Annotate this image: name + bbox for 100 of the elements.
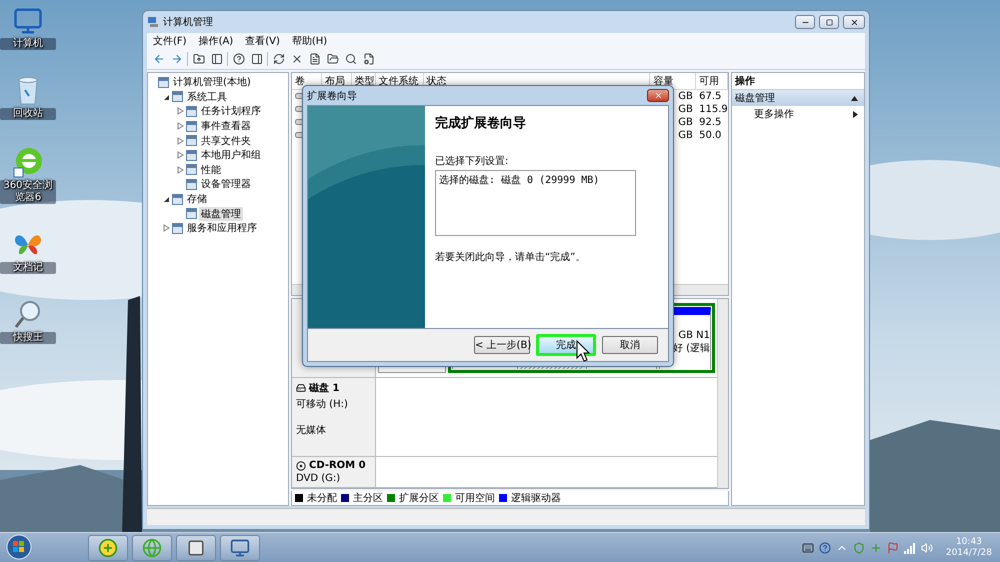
dialog-button[interactable]: < 上一步(B) <box>474 336 530 354</box>
expand-arrow-icon[interactable] <box>162 224 170 232</box>
desktop-icon-label[interactable]: 回收站 <box>0 108 56 120</box>
expand-arrow-icon[interactable] <box>176 151 184 160</box>
close-icon <box>654 91 662 100</box>
scrollbar[interactable] <box>717 299 728 488</box>
dialog-button[interactable]: 完成 <box>536 334 596 356</box>
tree-item[interactable]: 服务和应用程序 <box>185 221 259 236</box>
table-cell-text: GB <box>678 91 694 102</box>
expand-arrow-icon[interactable] <box>176 122 184 130</box>
table-cell-text: GB <box>678 117 694 128</box>
tree-item[interactable]: 性能 <box>199 162 223 177</box>
tree-item[interactable]: 存储 <box>185 192 209 206</box>
window-icon <box>186 208 197 220</box>
folder-up-icon[interactable] <box>191 52 206 66</box>
globe-icon <box>142 538 162 558</box>
desktop-icon-label[interactable]: 计算机 <box>0 38 56 50</box>
tree-item[interactable]: 共享文件夹 <box>199 134 253 148</box>
disk-name: CD-ROM 0 <box>309 460 366 471</box>
cursor-icon <box>576 340 590 362</box>
window-icon <box>172 194 183 205</box>
close-icon <box>850 18 858 26</box>
tree-item[interactable]: 磁盘管理 <box>199 206 243 221</box>
minimize-button[interactable] <box>795 15 815 29</box>
table-cell-text: 67.5 <box>698 91 722 102</box>
close-button[interactable] <box>647 89 669 102</box>
window-title: 计算机管理 <box>163 16 214 29</box>
partition-text: 好 (逻辑 <box>672 342 710 354</box>
maximize-button[interactable] <box>819 15 839 29</box>
collapse-arrow-icon[interactable] <box>162 92 170 101</box>
computer-manage-icon <box>147 16 159 28</box>
refresh-icon[interactable] <box>271 52 286 66</box>
desktop-icon-label[interactable]: 快搜王 <box>0 332 56 344</box>
table-cell-text: GB <box>678 104 694 115</box>
menu-item[interactable]: 查看(V) <box>245 34 280 48</box>
taskbar-app-button[interactable] <box>88 534 128 560</box>
taskbar-app-button[interactable] <box>220 534 260 560</box>
taskbar-app-button[interactable] <box>176 534 216 560</box>
hint-text: 若要关闭此向导，请单击“完成”。 <box>435 250 586 264</box>
disk-type: DVD (G:) <box>296 473 342 484</box>
tree-item[interactable]: 本地用户和组 <box>199 148 263 162</box>
collapse-arrow-icon <box>851 96 858 100</box>
window-icon <box>186 120 197 132</box>
legend-label: 扩展分区 <box>399 492 439 505</box>
disk-name: 磁盘 1 <box>309 382 340 395</box>
legend-label: 逻辑驱动器 <box>511 492 561 505</box>
panel-icon[interactable] <box>249 52 264 66</box>
plus-circle-icon <box>98 538 118 558</box>
window-icon <box>172 222 183 234</box>
window-icon <box>186 150 197 161</box>
panel-icon[interactable] <box>209 52 224 66</box>
partition-text: GB N1 <box>678 330 710 340</box>
window-icon <box>172 91 183 102</box>
tree-item[interactable]: 事件查看器 <box>199 119 253 134</box>
window-icon <box>158 76 169 88</box>
menu-item[interactable]: 文件(F) <box>153 34 187 48</box>
dialog-heading: 完成扩展卷向导 <box>435 114 527 132</box>
table-cell-text: GB <box>678 130 694 141</box>
start-button[interactable] <box>4 534 34 562</box>
action-item[interactable]: 更多操作 <box>732 106 864 122</box>
table-cell-text: 115.9 <box>698 104 728 115</box>
desktop-icon-label[interactable]: 360安全浏览器6 <box>0 180 56 204</box>
window-icon <box>186 135 197 146</box>
computer-icon <box>230 538 250 558</box>
dialog-button[interactable]: 取消 <box>602 336 658 354</box>
legend-label: 未分配 <box>307 492 337 505</box>
window-icon <box>186 106 197 117</box>
window-icon <box>187 538 205 556</box>
document-gear-icon[interactable] <box>361 52 376 66</box>
collapse-arrow-icon[interactable] <box>162 195 170 204</box>
legend-label: 主分区 <box>353 492 383 505</box>
expand-arrow-icon[interactable] <box>176 107 184 116</box>
settings-box[interactable]: 选择的磁盘: 磁盘 0 (29999 MB) <box>435 170 636 236</box>
computer-icon <box>13 6 43 36</box>
browser-icon <box>12 146 44 178</box>
action-section[interactable]: 磁盘管理 <box>732 90 864 106</box>
keyboard-icon[interactable] <box>802 542 814 554</box>
search-icon[interactable] <box>343 52 358 66</box>
expand-arrow-icon[interactable] <box>176 166 184 174</box>
window-icon <box>186 178 197 190</box>
magnifier-icon <box>14 300 42 330</box>
expand-arrow-icon[interactable] <box>176 136 184 145</box>
tree-item[interactable]: 任务计划程序 <box>199 104 263 118</box>
close-button[interactable] <box>843 15 865 29</box>
folder-icon[interactable] <box>325 52 340 66</box>
disk-type: 可移动 (H:) <box>296 398 349 411</box>
column-header[interactable]: 可用 <box>696 73 728 89</box>
menu-item[interactable]: 操作(A) <box>198 34 234 48</box>
legend-label: 可用空间 <box>455 492 495 505</box>
volume-icon[interactable] <box>920 542 933 554</box>
menu-item[interactable]: 帮助(H) <box>292 34 328 48</box>
settings-label: 已选择下列设置: <box>435 154 510 168</box>
help-icon[interactable] <box>231 52 246 66</box>
tree-item[interactable]: 计算机管理(本地) <box>171 75 253 90</box>
tree-item[interactable]: 系统工具 <box>185 90 229 104</box>
dialog-title: 扩展卷向导 <box>307 90 357 102</box>
signal-icon[interactable] <box>904 542 916 554</box>
table-cell-text: 92.5 <box>698 117 722 128</box>
tree-item[interactable]: 设备管理器 <box>199 177 253 192</box>
drive-icon <box>296 383 306 393</box>
